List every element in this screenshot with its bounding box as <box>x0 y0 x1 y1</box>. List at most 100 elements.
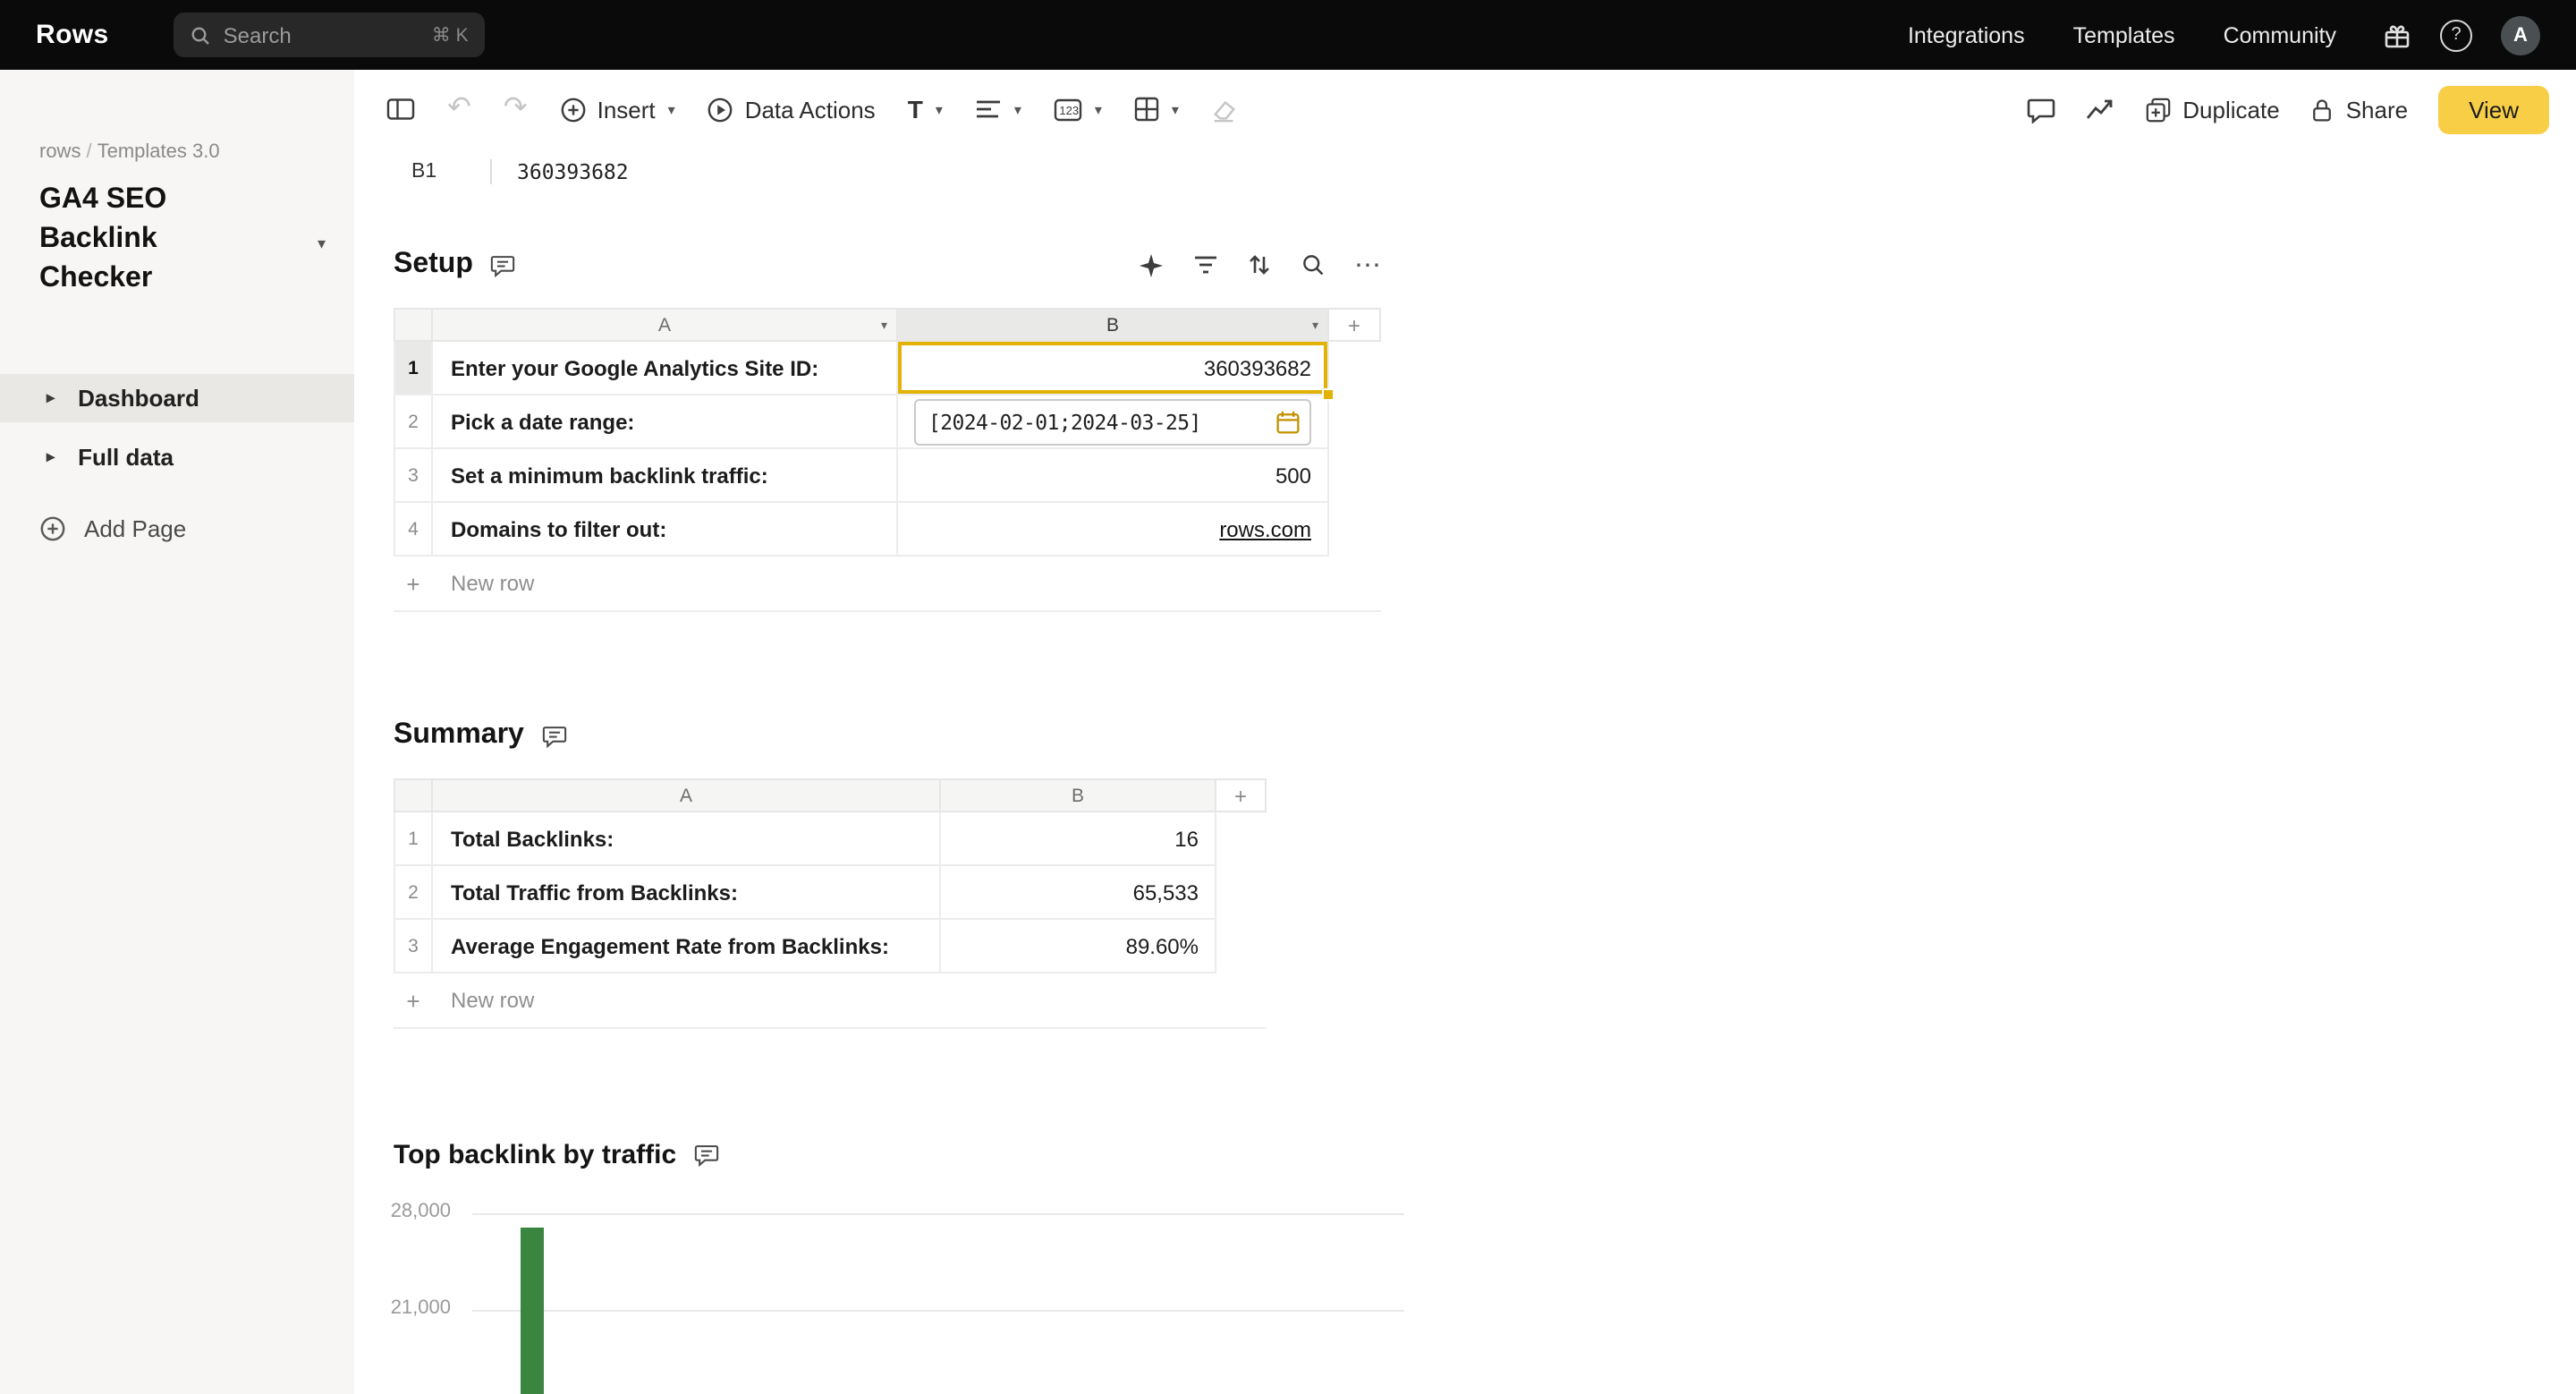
table-corner-cell[interactable] <box>394 778 433 812</box>
breadcrumb-page[interactable]: Templates 3.0 <box>97 141 220 163</box>
row-number[interactable]: 3 <box>394 920 433 973</box>
cell-b4[interactable]: rows.com <box>898 503 1329 557</box>
cell-a4[interactable]: Domains to filter out: <box>433 503 898 557</box>
duplicate-label: Duplicate <box>2182 96 2279 123</box>
row-number[interactable]: 2 <box>394 395 433 449</box>
column-header-b[interactable]: B <box>941 778 1216 812</box>
chevron-down-icon[interactable]: ▾ <box>1312 318 1318 332</box>
add-column-button[interactable]: + <box>1329 308 1381 342</box>
duplicate-button[interactable]: Duplicate <box>2145 96 2279 123</box>
share-button[interactable]: Share <box>2310 96 2408 123</box>
row-number[interactable]: 4 <box>394 503 433 557</box>
cell-text: Domains to filter out: <box>451 516 666 541</box>
text-format-button[interactable]: T ▾ <box>908 95 943 123</box>
search-placeholder: Search <box>224 22 419 47</box>
summary-title: Summary <box>394 719 524 752</box>
add-row-button[interactable]: + New row <box>394 973 1267 1029</box>
cell-b3[interactable]: 89.60% <box>941 920 1216 973</box>
comments-button[interactable] <box>2027 96 2055 123</box>
workbook-title-caret-icon[interactable]: ▾ <box>318 234 326 254</box>
fill-handle[interactable] <box>1322 388 1335 401</box>
cell-a1[interactable]: Enter your Google Analytics Site ID: <box>433 342 898 395</box>
cell-b1[interactable]: 16 <box>941 812 1216 866</box>
column-header-a[interactable]: A▾ <box>433 308 898 342</box>
add-column-button[interactable]: + <box>1216 778 1267 812</box>
search-icon[interactable] <box>1301 252 1326 277</box>
redo-button[interactable]: ↷ <box>504 95 528 123</box>
column-label: A <box>658 314 671 336</box>
rows-logo[interactable]: Rows <box>36 20 109 50</box>
add-page-button[interactable]: Add Page <box>0 505 354 553</box>
column-header-a[interactable]: A <box>433 778 941 812</box>
row-number[interactable]: 1 <box>394 812 433 866</box>
autofill-sparkle-icon[interactable] <box>1138 251 1165 278</box>
cell-b2[interactable]: [2024-02-01;2024-03-25] <box>898 395 1329 449</box>
plus-circle-icon <box>39 515 66 542</box>
number-format-button[interactable]: 123 ▾ <box>1054 98 1102 121</box>
clear-format-button[interactable] <box>1211 96 1238 123</box>
table-corner-cell[interactable] <box>394 308 433 342</box>
nav-integrations[interactable]: Integrations <box>1908 22 2025 47</box>
workbook-title[interactable]: GA4 SEO Backlink Checker <box>39 181 275 299</box>
cell-text: Average Engagement Rate from Backlinks: <box>451 933 889 958</box>
toolbar-left: ↶ ↷ Insert ▾ Data Actions T ▾ ▾ <box>386 95 1238 123</box>
breadcrumb-root[interactable]: rows <box>39 141 80 163</box>
column-header-b[interactable]: B▾ <box>898 308 1329 342</box>
triangle-right-icon[interactable]: ▸ <box>47 447 55 467</box>
borders-grid-icon <box>1134 97 1159 122</box>
user-avatar[interactable]: A <box>2501 15 2540 55</box>
help-icon[interactable]: ? <box>2440 19 2472 51</box>
insert-button[interactable]: Insert ▾ <box>560 96 675 123</box>
add-row-button[interactable]: + New row <box>394 557 1381 612</box>
breadcrumb[interactable]: rows/Templates 3.0 <box>39 141 220 163</box>
toggle-sidebar-button[interactable] <box>386 97 415 122</box>
alignment-button[interactable]: ▾ <box>975 98 1021 120</box>
redo-icon: ↷ <box>504 95 528 123</box>
cell-b3[interactable]: 500 <box>898 449 1329 503</box>
chevron-down-icon: ▾ <box>1014 101 1021 117</box>
calendar-icon[interactable] <box>1275 409 1301 434</box>
undo-button[interactable]: ↶ <box>447 95 471 123</box>
global-search-input[interactable]: Search ⌘ K <box>174 13 485 57</box>
sort-icon[interactable] <box>1247 252 1272 277</box>
date-range-picker[interactable]: [2024-02-01;2024-03-25] <box>914 398 1311 445</box>
comment-icon[interactable] <box>542 724 567 747</box>
cell-a2[interactable]: Total Traffic from Backlinks: <box>433 866 941 920</box>
chart-bar[interactable] <box>521 1228 544 1394</box>
data-actions-button[interactable]: Data Actions <box>708 96 876 123</box>
nav-community[interactable]: Community <box>2224 22 2336 47</box>
row-number[interactable]: 2 <box>394 866 433 920</box>
view-button[interactable]: View <box>2438 85 2549 133</box>
cell-a2[interactable]: Pick a date range: <box>433 395 898 449</box>
formula-input[interactable]: 360393682 <box>517 159 629 184</box>
comment-icon <box>2027 96 2055 123</box>
cell-a3[interactable]: Average Engagement Rate from Backlinks: <box>433 920 941 973</box>
chevron-down-icon[interactable]: ▾ <box>881 318 887 332</box>
cell-link[interactable]: rows.com <box>1219 516 1311 541</box>
cell-a3[interactable]: Set a minimum backlink traffic: <box>433 449 898 503</box>
svg-text:123: 123 <box>1059 103 1079 116</box>
row-number[interactable]: 1 <box>394 342 433 395</box>
more-options-icon[interactable]: ⋯ <box>1354 251 1381 278</box>
triangle-right-icon[interactable]: ▸ <box>47 388 55 408</box>
trend-line-icon <box>2086 97 2114 122</box>
top-nav-links: Integrations Templates Community <box>1908 22 2336 47</box>
borders-button[interactable]: ▾ <box>1134 97 1179 122</box>
cell-value: 65,533 <box>1133 880 1199 905</box>
cell-b1-selected[interactable]: 360393682 <box>898 342 1329 395</box>
comment-icon[interactable] <box>491 253 516 276</box>
cell-text: Enter your Google Analytics Site ID: <box>451 355 818 380</box>
filter-icon[interactable] <box>1193 254 1218 276</box>
insights-button[interactable] <box>2086 97 2114 122</box>
sidebar-item-dashboard[interactable]: ▸ Dashboard <box>0 374 354 422</box>
nav-templates[interactable]: Templates <box>2073 22 2175 47</box>
toolbar: ↶ ↷ Insert ▾ Data Actions T ▾ ▾ <box>354 70 2576 149</box>
cell-a1[interactable]: Total Backlinks: <box>433 812 941 866</box>
sidebar-item-full-data[interactable]: ▸ Full data <box>0 433 354 481</box>
gift-icon[interactable] <box>2383 21 2411 49</box>
eraser-icon <box>1211 96 1238 123</box>
cell-b2[interactable]: 65,533 <box>941 866 1216 920</box>
row-number[interactable]: 3 <box>394 449 433 503</box>
cell-reference[interactable]: B1 <box>411 161 465 183</box>
empty-cell <box>1216 866 1267 920</box>
